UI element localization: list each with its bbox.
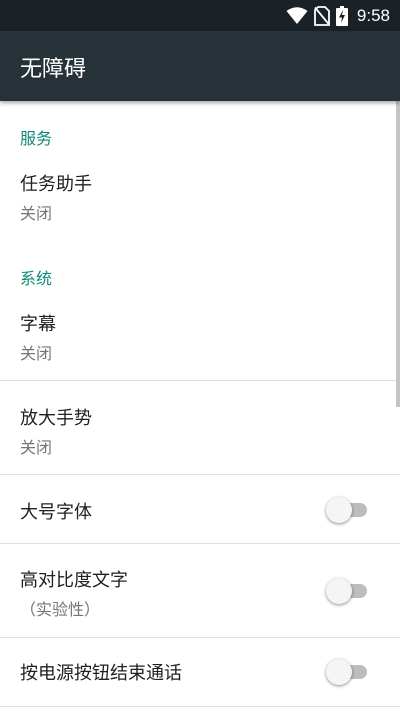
preference-list: 服务 任务助手 关闭 系统 字幕 关闭 放大手势 关闭 大号字体 高对比度文字 … — [0, 101, 400, 711]
pref-title: 按电源按钮结束通话 — [20, 663, 182, 684]
switch-thumb — [326, 659, 352, 685]
large-text-switch[interactable] — [326, 497, 370, 523]
pref-magnification-gestures[interactable]: 放大手势 关闭 — [0, 381, 400, 474]
pref-large-text[interactable]: 大号字体 — [0, 475, 400, 543]
pref-title: 字幕 — [20, 314, 56, 335]
page-title: 无障碍 — [20, 57, 87, 82]
section-header-system: 系统 — [20, 269, 53, 288]
pref-title: 放大手势 — [20, 408, 92, 429]
divider — [0, 706, 400, 707]
pref-captions[interactable]: 字幕 关闭 — [0, 295, 400, 380]
pref-high-contrast-text[interactable]: 高对比度文字 （实验性） — [0, 544, 400, 637]
status-time: 9:58 — [356, 6, 390, 25]
switch-thumb — [326, 497, 352, 523]
no-sim-icon — [314, 6, 330, 26]
pref-task-assistant[interactable]: 任务助手 关闭 — [0, 155, 400, 245]
pref-summary: 关闭 — [20, 344, 53, 363]
pref-title: 高对比度文字 — [20, 570, 128, 591]
status-icons: 9:58 — [286, 5, 390, 27]
pref-title: 大号字体 — [20, 502, 92, 523]
pref-summary: （实验性） — [20, 600, 101, 619]
high-contrast-text-switch[interactable] — [326, 578, 370, 604]
pref-summary: 关闭 — [20, 204, 53, 223]
switch-thumb — [326, 578, 352, 604]
pref-summary: 关闭 — [20, 438, 53, 457]
app-bar: 无障碍 — [0, 31, 400, 101]
section-header-services: 服务 — [20, 129, 53, 148]
wifi-icon — [286, 7, 308, 24]
power-button-ends-call-switch[interactable] — [326, 659, 370, 685]
pref-title: 任务助手 — [20, 174, 92, 195]
pref-power-button-ends-call[interactable]: 按电源按钮结束通话 — [0, 638, 400, 706]
status-bar: 9:58 — [0, 0, 400, 31]
scrollbar[interactable] — [396, 101, 400, 407]
battery-charging-icon — [335, 6, 348, 26]
